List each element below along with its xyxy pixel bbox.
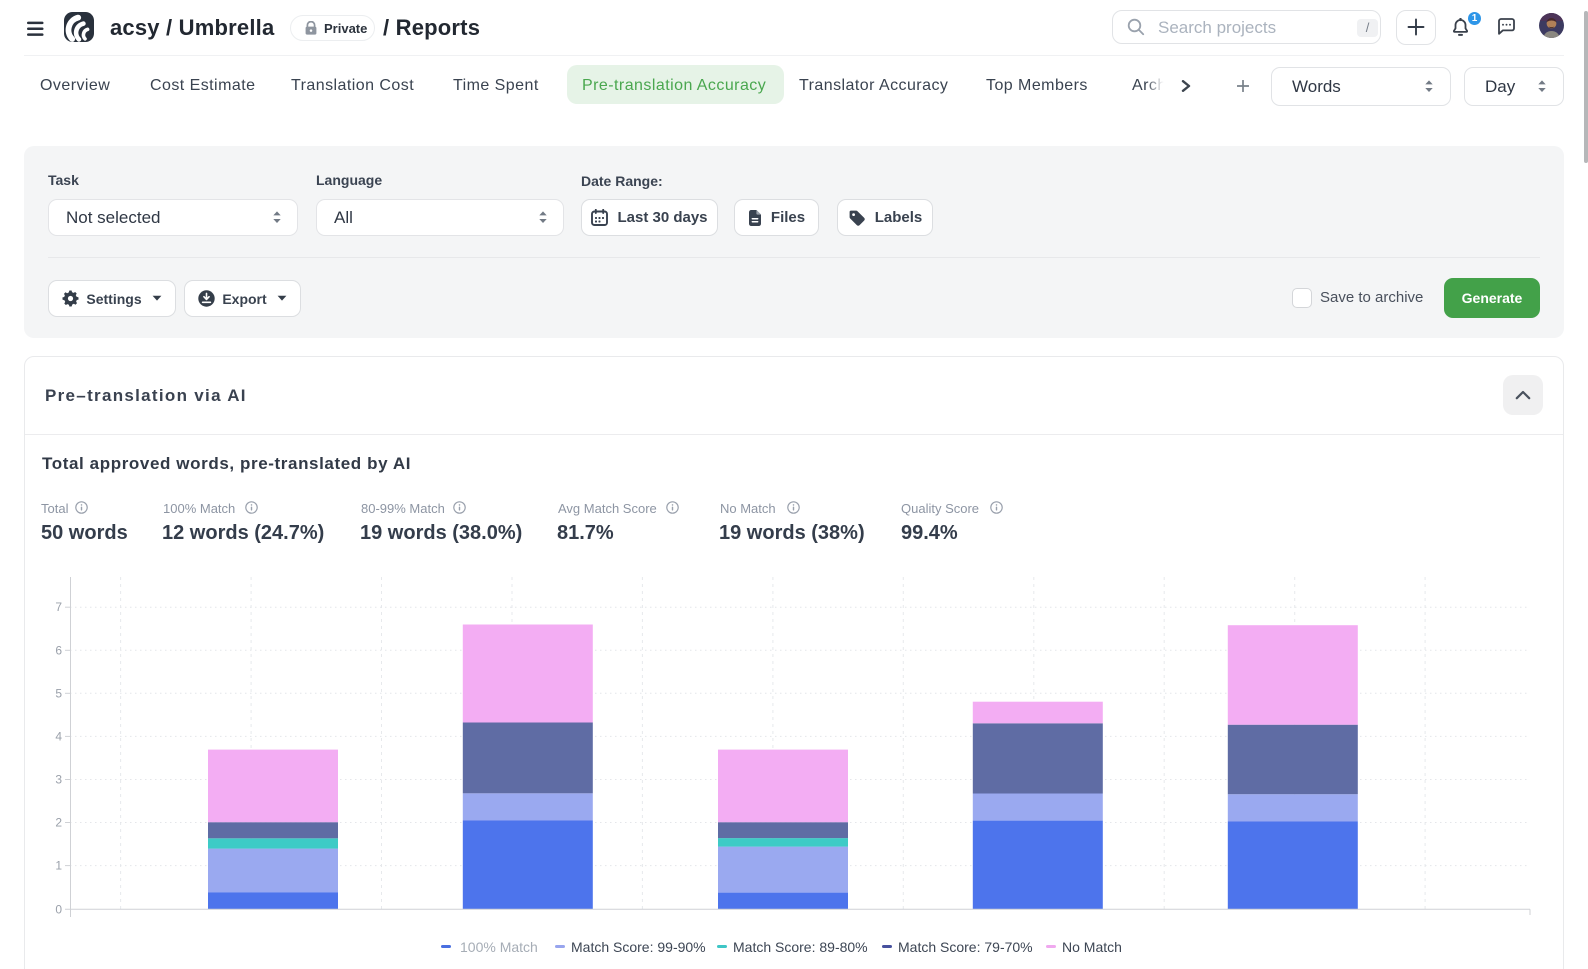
svg-text:3: 3 [55, 773, 62, 787]
svg-text:6: 6 [55, 643, 62, 657]
svg-text:2: 2 [55, 816, 62, 830]
svg-text:0: 0 [55, 902, 62, 916]
svg-text:7: 7 [55, 600, 62, 614]
svg-text:4: 4 [55, 729, 62, 743]
svg-text:5: 5 [55, 686, 62, 700]
svg-text:1: 1 [55, 859, 62, 873]
